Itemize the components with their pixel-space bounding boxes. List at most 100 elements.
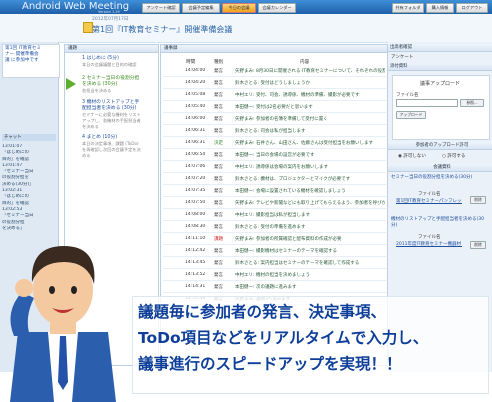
minutes-time: 14:07:20 [185, 176, 206, 181]
schedule-edit-button[interactable]: 会議予定編集 [182, 3, 220, 13]
file-label: ファイル名 [396, 93, 419, 98]
minutes-type: 課題 [214, 237, 223, 242]
agenda-item-4[interactable]: 4 まとめ (10分) 本日の決定事項、課題 (ToDo) を再確認し次回の会議… [82, 135, 144, 159]
minutes-row[interactable]: 14:04:20 発言 鈴木さとる: 受付はどうしましょうか [163, 78, 386, 89]
minutes-time: 14:07:06 [185, 164, 206, 169]
calendar-button[interactable]: 会議カレンダー [258, 3, 296, 13]
doc2-delete-button[interactable]: 削除 [470, 241, 486, 249]
permit-deny-option[interactable]: ◉ 許可しない [398, 153, 426, 159]
purchase-info-button[interactable]: 購入情報 [426, 3, 454, 13]
current-item-arrow-icon [66, 78, 76, 90]
minutes-row[interactable]: 14:05:40 発言 本田健一: 受付は2名必要だと思います [163, 102, 386, 113]
minutes-row[interactable]: 14:06:31 決定 矢野まみ: 石井さん、山田さん、佐藤さんは受付担当をお願いし… [163, 138, 386, 149]
minutes-content: 鈴木さとる: 司会は私が担当します [235, 129, 306, 134]
minutes-time: 14:08:00 [185, 212, 206, 217]
minutes-row[interactable]: 14:04:00 発言 矢野まみ: 8月30日に開催される IT教育セミナーについて… [163, 66, 386, 77]
minutes-content: 鈴木さとる: 案内担当はセミナーのテーマを確認して作成する [235, 261, 360, 266]
minutes-time: 14:06:54 [185, 152, 206, 157]
minutes-row[interactable]: 14:08:00 発言 中村エリ: 撮影担当は私が担当します [163, 210, 386, 221]
minutes-content: 中村エリ: 誘導係は会場の案内をお願いします [235, 165, 328, 170]
agenda-header: 議題 [65, 45, 158, 53]
permission-header: 参加者のアップロード許可 [388, 142, 492, 150]
banner-line-3: 議事進行のスピードアップを実現！！ [138, 355, 402, 373]
minutes-content: 中村エリ: 受付、司会、誘導係、機材の準備、撮影が必要です [235, 93, 360, 98]
survey-label[interactable]: アンケート [391, 54, 413, 60]
minutes-type: 発言 [214, 69, 223, 74]
minutes-type: 発言 [214, 213, 223, 218]
column-header-time: 時間 [186, 60, 196, 65]
agenda-item-desc: 本日の会議議題と目的の確認 [82, 62, 137, 67]
minutes-type: 発言 [214, 165, 223, 170]
file-input[interactable] [396, 99, 458, 107]
banner-line-1: 議題毎に参加者の発言、決定事項、 [138, 303, 387, 321]
browse-button[interactable]: 参照... [460, 99, 484, 107]
minutes-content: 中村エリ: 撮影担当は私が担当します [235, 213, 310, 218]
minutes-row[interactable]: 14:06:31 発言 鈴木さとる: 司会は私が担当します [163, 126, 386, 137]
minutes-content: 矢野まみ: 8月30日に開催される IT教育セミナーについて、それぞれの役割分担… [235, 69, 385, 74]
minutes-type: 決定 [214, 141, 223, 146]
agenda-item-2[interactable]: 2 セミナー当日の役割分担を決める (30分) 各担当を決める [82, 76, 144, 94]
today-meeting-button[interactable]: 今日の会議 [222, 3, 256, 13]
agenda-item-1[interactable]: 1 はじめに (5分) 本日の会議議題と目的の確認 [82, 56, 144, 68]
minutes-content: 矢野まみ: テレビや新聞などにも取り上げてもらえるよう、参加者を呼びかけます [235, 201, 385, 206]
minutes-row[interactable]: 14:05:08 発言 中村エリ: 受付、司会、誘導係、機材の準備、撮影が必要です [163, 90, 386, 101]
survey-check-button[interactable]: アンケート確認 [142, 3, 180, 13]
minutes-row[interactable]: 14:11:10 課題 矢野まみ: 参加者の所属確認と配布資料の作成が必要 [163, 234, 386, 245]
minutes-content: 本田健一: 会場に設置されている機材を確認しましょう [235, 189, 346, 194]
current-meeting-box: 第1回 IT教育セミ ナー 開催準備会 議 に参加中です [2, 44, 60, 78]
banner-line-2: ToDo項目などをリアルタイムで入力し、 [138, 329, 429, 347]
chat-header: チャット [2, 134, 56, 141]
column-header-type: 種別 [214, 60, 224, 65]
column-header-content: 内容 [300, 60, 310, 65]
doc2-file-label: ファイル名 [418, 235, 441, 240]
minutes-content: 矢野まみ: 石井さん、山田さん、佐藤さんは受付担当をお願いします [235, 141, 373, 146]
minutes-row[interactable]: 14:12:42 発言 本田健一: 撮影機材はセミナーのテーマを確認する [163, 246, 386, 257]
minutes-type: 発言 [214, 153, 223, 158]
meeting-title: 第1回『IT教育セミナー』開催準備会議 [92, 25, 233, 34]
minutes-time: 14:05:08 [185, 92, 206, 97]
minutes-time: 14:08:30 [185, 224, 206, 229]
minutes-time: 14:11:10 [185, 236, 206, 241]
upload-header: 議事アップロード [420, 81, 461, 87]
logout-button[interactable]: ログアウト [456, 3, 488, 13]
doc1-file-label: ファイル名 [418, 192, 441, 197]
minutes-row[interactable]: 14:07:20 発言 鈴木さとる: 機材は、プロジェクターとマイクが必要です [163, 174, 386, 185]
minutes-time: 14:07:50 [185, 200, 206, 205]
agenda-item-3[interactable]: 3 機材のリストアップと手配担当者を決める (30分) セミナーに必要な機材をリ… [82, 100, 144, 130]
minutes-row[interactable]: 14:13:45 発言 鈴木さとる: 案内担当はセミナーのテーマを確認して作成する [163, 258, 386, 269]
doc1-delete-button[interactable]: 削除 [470, 196, 486, 204]
minutes-content: 本田健一: 当日の会場の設営が必要です [235, 153, 315, 158]
minutes-row[interactable]: 14:14:31 発言 本田健一: 次の議題に進みます [163, 282, 386, 293]
attendees-header: 出席者確認 [388, 44, 492, 52]
minutes-row[interactable]: 14:06:54 発言 本田健一: 当日の会場の設営が必要です [163, 150, 386, 161]
minutes-type: 発言 [214, 225, 223, 230]
doc1-link[interactable]: 第1回IT教育セミナーパンフレット.pdf [396, 198, 462, 204]
minutes-time: 14:06:00 [185, 116, 206, 121]
agenda-item-desc: 本日の決定事項、課題 (ToDo) を再確認し次回の会議予定を決める [82, 141, 141, 158]
permit-allow-option[interactable]: ○ 許可する [442, 153, 465, 159]
minutes-row[interactable]: 14:08:30 発言 鈴木さとる: 受付の準備を進めます [163, 222, 386, 233]
minutes-row[interactable]: 14:06:00 発言 矢野まみ: 参加者の名簿を準備して受付に置く [163, 114, 386, 125]
minutes-type: 発言 [214, 129, 223, 134]
agenda-item-desc: セミナーに必要な機材をリストアップし、各機材の手配担当者を決める [82, 112, 141, 129]
meeting-header [0, 14, 492, 43]
minutes-header: 議事録 [161, 45, 387, 53]
minutes-row[interactable]: 14:07:50 発言 矢野まみ: テレビや新聞などにも取り上げてもらえるよう、参加… [163, 198, 386, 209]
shared-folder-button[interactable]: 共有フォルダ [392, 3, 424, 13]
documents-header: 会議資料 [388, 164, 492, 172]
minutes-time: 14:14:31 [185, 284, 206, 289]
minutes-row[interactable]: 14:13:52 発言 中村エリ: 機材の担当を決めましょう [163, 270, 386, 281]
minutes-content: 鈴木さとる: 受付の準備を進めます [235, 225, 306, 230]
minutes-type: 発言 [214, 105, 223, 110]
minutes-type: 発言 [214, 273, 223, 278]
doc-section-2: 機材のリストアップと手配担当者を決める(30分) [391, 217, 484, 228]
minutes-content: 中村エリ: 機材の担当を決めましょう [235, 273, 310, 278]
minutes-time: 14:04:00 [185, 68, 206, 73]
minutes-row[interactable]: 14:07:06 発言 中村エリ: 誘導係は会場の案内をお願いします [163, 162, 386, 173]
minutes-time: 14:07:35 [185, 188, 206, 193]
doc2-link[interactable]: 2011年度IT教育セミナー機器材リスト.pdf [396, 241, 462, 247]
minutes-content: 矢野まみ: 参加者の名簿を準備して受付に置く [235, 117, 328, 122]
upload-button[interactable]: アップロード [396, 111, 426, 119]
minutes-time: 14:06:31 [185, 128, 206, 133]
minutes-row[interactable]: 14:07:35 発言 本田健一: 会場に設置されている機材を確認しましょう [163, 186, 386, 197]
